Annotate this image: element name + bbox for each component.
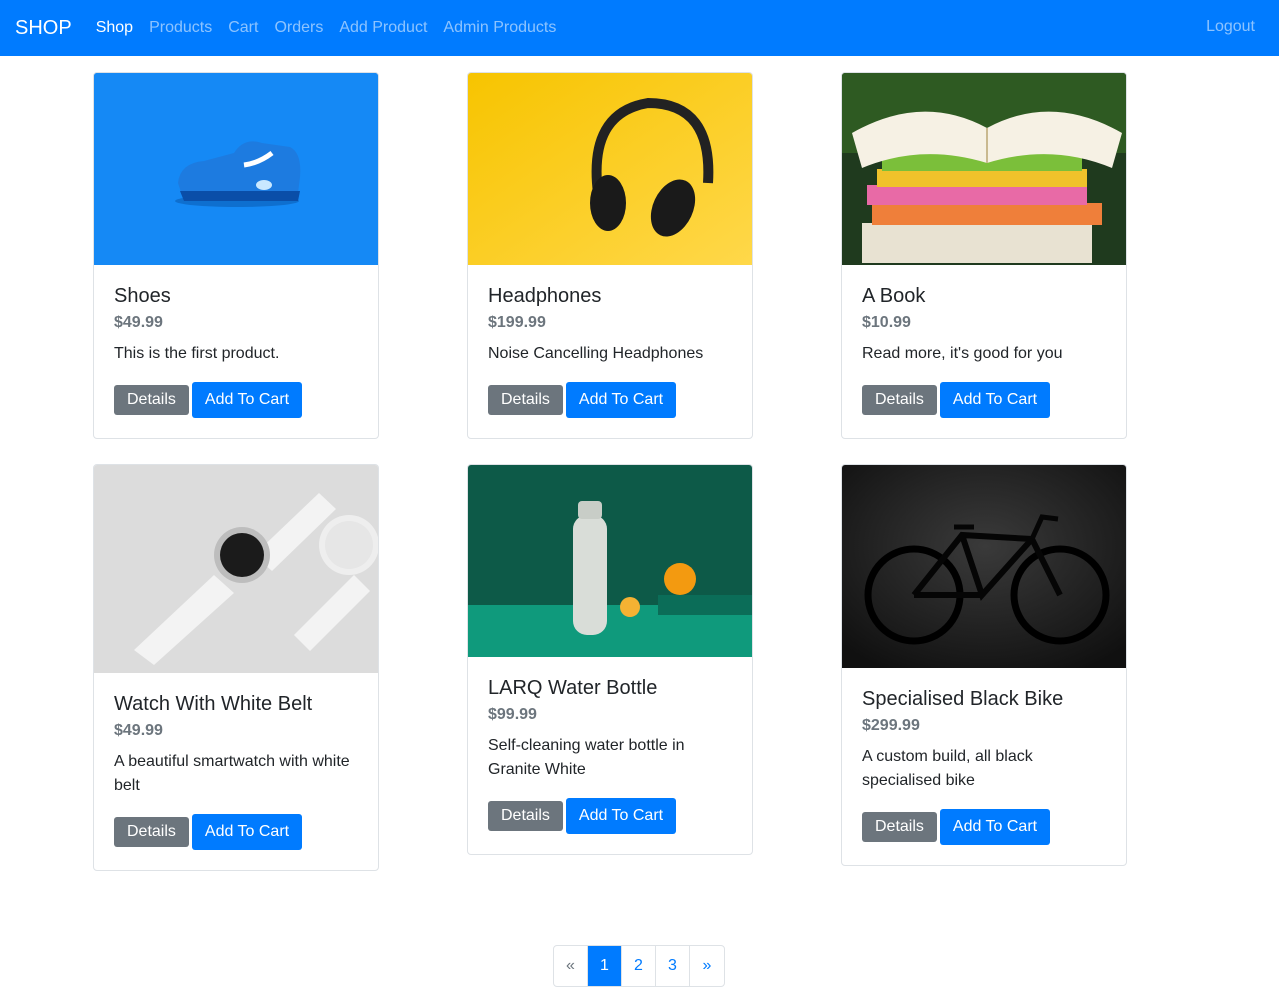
navbar: SHOP Shop Products Cart Orders Add Produ… [0, 0, 1279, 56]
product-title: A Book [862, 285, 926, 307]
product-price: $299.99 [862, 717, 920, 734]
add-to-cart-button[interactable]: Add To Cart [191, 814, 303, 850]
watch-image [94, 465, 378, 673]
product-card-bike: Specialised Black Bike $299.99 A custom … [841, 464, 1127, 866]
product-description: Read more, it's good for you [862, 345, 1063, 362]
product-title: Watch With White Belt [114, 693, 313, 715]
product-description: Noise Cancelling Headphones [488, 345, 704, 362]
product-description: A custom build, all black specialised bi… [862, 748, 1033, 789]
product-card-book: A Book $10.99 Read more, it's good for y… [841, 72, 1127, 439]
product-price: $49.99 [114, 722, 163, 739]
shoe-image [94, 73, 378, 265]
add-to-cart-button[interactable]: Add To Cart [939, 809, 1051, 845]
nav-link-orders[interactable]: Orders [274, 19, 323, 37]
product-title: Headphones [488, 285, 602, 307]
product-card-shoes: Shoes $49.99 This is the first product. … [93, 72, 379, 439]
add-to-cart-button[interactable]: Add To Cart [191, 382, 303, 418]
pagination-prev[interactable]: « [554, 946, 588, 986]
product-title: Shoes [114, 285, 171, 307]
details-button[interactable]: Details [862, 812, 937, 842]
product-description: Self-cleaning water bottle in Granite Wh… [488, 737, 685, 778]
product-title: Specialised Black Bike [862, 688, 1064, 710]
add-to-cart-button[interactable]: Add To Cart [939, 382, 1051, 418]
pagination-next[interactable]: » [690, 946, 724, 986]
details-button[interactable]: Details [114, 385, 189, 415]
product-price: $99.99 [488, 706, 537, 723]
pagination-page-1[interactable]: 1 [588, 946, 622, 986]
product-price: $49.99 [114, 314, 163, 331]
product-description: A beautiful smartwatch with white belt [114, 753, 350, 794]
headphones-image [468, 73, 752, 265]
add-to-cart-button[interactable]: Add To Cart [565, 382, 677, 418]
brand-logo[interactable]: SHOP [15, 17, 72, 40]
add-to-cart-button[interactable]: Add To Cart [565, 798, 677, 834]
product-card-bottle: LARQ Water Bottle $99.99 Self-cleaning w… [467, 464, 753, 855]
nav-link-add-product[interactable]: Add Product [339, 19, 427, 37]
details-button[interactable]: Details [114, 817, 189, 847]
pagination-page-2[interactable]: 2 [622, 946, 656, 986]
product-description: This is the first product. [114, 345, 280, 362]
book-image [842, 73, 1126, 265]
product-card-headphones: Headphones $199.99 Noise Cancelling Head… [467, 72, 753, 439]
pagination: « 1 2 3 » [553, 945, 725, 987]
nav-link-cart[interactable]: Cart [228, 19, 258, 37]
bottle-image [468, 465, 752, 657]
pagination-page-3[interactable]: 3 [656, 946, 690, 986]
nav-link-products[interactable]: Products [149, 19, 212, 37]
product-price: $199.99 [488, 314, 546, 331]
nav-link-shop[interactable]: Shop [96, 19, 133, 37]
logout-link[interactable]: Logout [1206, 18, 1255, 36]
details-button[interactable]: Details [488, 385, 563, 415]
nav-link-admin-products[interactable]: Admin Products [443, 19, 556, 37]
product-price: $10.99 [862, 314, 911, 331]
details-button[interactable]: Details [862, 385, 937, 415]
bike-image [842, 465, 1126, 668]
product-title: LARQ Water Bottle [488, 677, 658, 699]
details-button[interactable]: Details [488, 801, 563, 831]
product-card-watch: Watch With White Belt $49.99 A beautiful… [93, 464, 379, 871]
